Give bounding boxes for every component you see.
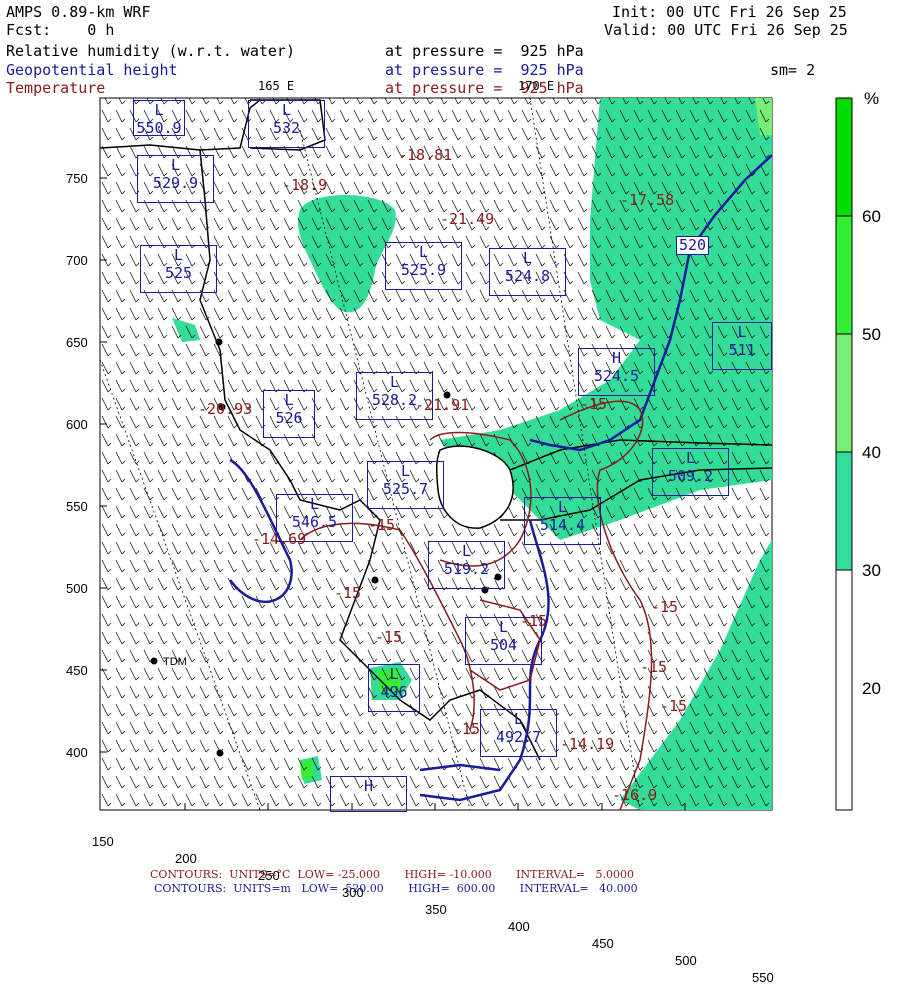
y-tick-label: 750 xyxy=(66,171,88,186)
low-center: L 519.2 xyxy=(428,541,505,589)
x-tick-label: 400 xyxy=(508,919,530,934)
low-center: L 525 xyxy=(140,245,217,293)
low-center: L 524.8 xyxy=(489,248,566,296)
center-value: 524.5 xyxy=(593,367,640,385)
x-tick-label: 150 xyxy=(92,834,114,849)
y-tick-label: 400 xyxy=(66,745,88,760)
temperature-label: -14.69 xyxy=(252,530,307,548)
y-tick-label: 500 xyxy=(66,581,88,596)
center-value: 514.4 xyxy=(539,516,586,534)
center-letter: L xyxy=(418,243,429,261)
temperature-label: -15 xyxy=(334,584,362,602)
center-value: 504 xyxy=(489,636,518,654)
y-tick-label: 550 xyxy=(66,499,88,514)
center-letter: L xyxy=(309,495,320,513)
center-value: 492.7 xyxy=(495,728,542,746)
temperature-label: -15 xyxy=(520,612,548,630)
low-center: L 529.9 xyxy=(137,155,214,203)
center-letter: L xyxy=(400,462,411,480)
colorbar xyxy=(835,97,853,811)
temperature-label: -15 xyxy=(640,658,668,676)
temperature-label: -15 xyxy=(375,628,403,646)
low-center: L 526 xyxy=(263,390,315,438)
center-letter: L xyxy=(173,246,184,264)
low-center: L 525.7 xyxy=(367,461,444,509)
center-value: 524.8 xyxy=(504,267,551,285)
temperature-label: -14.19 xyxy=(560,735,615,753)
center-letter: L xyxy=(389,665,399,683)
colorbar-tick: 60 xyxy=(862,207,881,226)
y-tick-label: 450 xyxy=(66,663,88,678)
temperature-label: -18.81 xyxy=(398,146,453,164)
center-letter: H xyxy=(363,777,374,795)
y-tick-label: 700 xyxy=(66,253,88,268)
center-value: 519.2 xyxy=(443,560,490,578)
center-value: 509.2 xyxy=(667,467,714,485)
center-letter: L xyxy=(170,156,181,174)
center-value: 532 xyxy=(272,119,301,137)
temperature-label: -15 xyxy=(651,598,679,616)
center-value: 511 xyxy=(728,341,756,359)
station-label-tdm: TDM xyxy=(163,656,187,668)
center-letter: L xyxy=(389,373,400,391)
colorbar-tick: 20 xyxy=(862,679,881,698)
x-axis-labels: 150 200 250 300 350 400 450 500 550 xyxy=(92,816,774,986)
colorbar-tick: 50 xyxy=(862,325,881,344)
center-letter: L xyxy=(685,449,696,467)
y-tick-label: 650 xyxy=(66,335,88,350)
temperature-label: -17.58 xyxy=(620,191,675,209)
low-center: L 525.9 xyxy=(385,242,462,290)
temperature-label: -21.91 xyxy=(415,396,470,414)
x-tick-label: 200 xyxy=(175,851,197,866)
colorbar-unit: % xyxy=(864,89,880,108)
temperature-label: -15 xyxy=(580,395,608,413)
x-tick-label: 550 xyxy=(752,970,774,985)
center-value: 529.9 xyxy=(152,174,199,192)
temperature-label: -16.9 xyxy=(612,786,658,804)
x-tick-label: 500 xyxy=(675,953,697,968)
footer-height-contours: CONTOURS: UNITS=m LOW= 520.00 HIGH= 600.… xyxy=(154,882,638,895)
center-letter: H xyxy=(611,349,622,367)
x-tick-label: 450 xyxy=(592,936,614,951)
y-tick-label: 600 xyxy=(66,417,88,432)
temperature-label: -21.49 xyxy=(440,210,495,228)
center-letter: L xyxy=(281,101,292,119)
temperature-label: -18.9 xyxy=(282,176,328,194)
height-contour-label: 520 xyxy=(676,236,710,255)
center-value: 546.5 xyxy=(291,513,338,531)
center-value: 525.9 xyxy=(400,261,447,279)
center-value: 525.7 xyxy=(382,480,429,498)
x-tick-label: 350 xyxy=(425,902,447,917)
low-center: L 509.2 xyxy=(652,448,729,496)
center-letter: L xyxy=(461,542,472,560)
low-center: L 492.7 xyxy=(480,709,557,757)
high-center: H xyxy=(330,776,407,812)
low-center: L 550.9 xyxy=(133,100,185,137)
colorbar-tick: 40 xyxy=(862,443,881,462)
low-center: L 511 xyxy=(712,322,772,370)
temperature-label: -15 xyxy=(368,516,396,534)
temperature-label: -20.93 xyxy=(198,400,253,418)
low-center: L 496 xyxy=(368,664,420,712)
center-value: 526 xyxy=(275,409,303,427)
center-letter: L xyxy=(737,323,747,341)
center-value: 496 xyxy=(380,683,408,701)
center-value: 550.9 xyxy=(136,119,182,137)
low-center: L 532 xyxy=(248,100,325,148)
center-letter: L xyxy=(557,498,568,516)
footer-temperature-contours: CONTOURS: UNITS=°C LOW= -25.000 HIGH= -1… xyxy=(150,868,635,881)
high-center: H 524.5 xyxy=(578,348,655,396)
temperature-label: -15 xyxy=(660,697,688,715)
center-value: 525 xyxy=(164,264,193,282)
center-letter: L xyxy=(284,391,294,409)
low-center: L 514.4 xyxy=(524,497,601,545)
center-letter: L xyxy=(522,249,533,267)
center-letter: L xyxy=(154,101,164,119)
center-letter: L xyxy=(513,710,524,728)
temperature-label: -15 xyxy=(453,720,481,738)
colorbar-tick: 30 xyxy=(862,561,881,580)
